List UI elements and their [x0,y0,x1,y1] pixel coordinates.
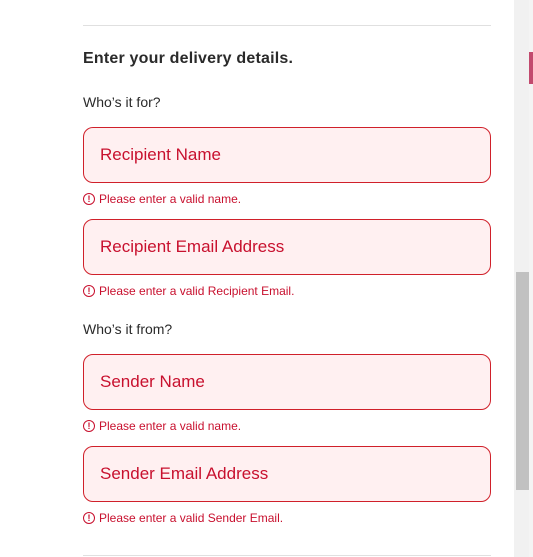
alert-circle-icon: ! [83,193,95,205]
form-title: Enter your delivery details. [83,50,294,67]
delivery-details-form: Enter your delivery details. Who’s it fo… [0,0,514,557]
recipient-name-error: ! Please enter a valid name. [83,192,241,206]
recipient-email-field[interactable] [83,219,491,275]
sender-name-input[interactable] [100,355,490,409]
alert-circle-icon: ! [83,512,95,524]
recipient-name-field[interactable] [83,127,491,183]
alert-circle-icon: ! [83,420,95,432]
sender-email-input[interactable] [100,447,490,501]
error-text: Please enter a valid name. [99,419,242,433]
recipient-email-input[interactable] [100,220,490,274]
top-divider [83,25,491,26]
error-text: Please enter a valid Recipient Email. [99,284,295,298]
alert-circle-icon: ! [83,285,95,297]
bottom-divider [83,555,491,556]
recipient-group-label: Who’s it for? [83,94,161,110]
sender-email-error: ! Please enter a valid Sender Email. [83,511,283,525]
adjacent-panel-accent [529,52,533,84]
recipient-email-error: ! Please enter a valid Recipient Email. [83,284,294,298]
adjacent-panel-edge [529,0,533,557]
sender-email-field[interactable] [83,446,491,502]
error-text: Please enter a valid Sender Email. [99,511,284,525]
recipient-name-input[interactable] [100,128,490,182]
sender-group-label: Who’s it from? [83,321,173,337]
sender-name-error: ! Please enter a valid name. [83,419,241,433]
page: Enter your delivery details. Who’s it fo… [0,0,533,557]
error-text: Please enter a valid name. [99,192,242,206]
sender-name-field[interactable] [83,354,491,410]
